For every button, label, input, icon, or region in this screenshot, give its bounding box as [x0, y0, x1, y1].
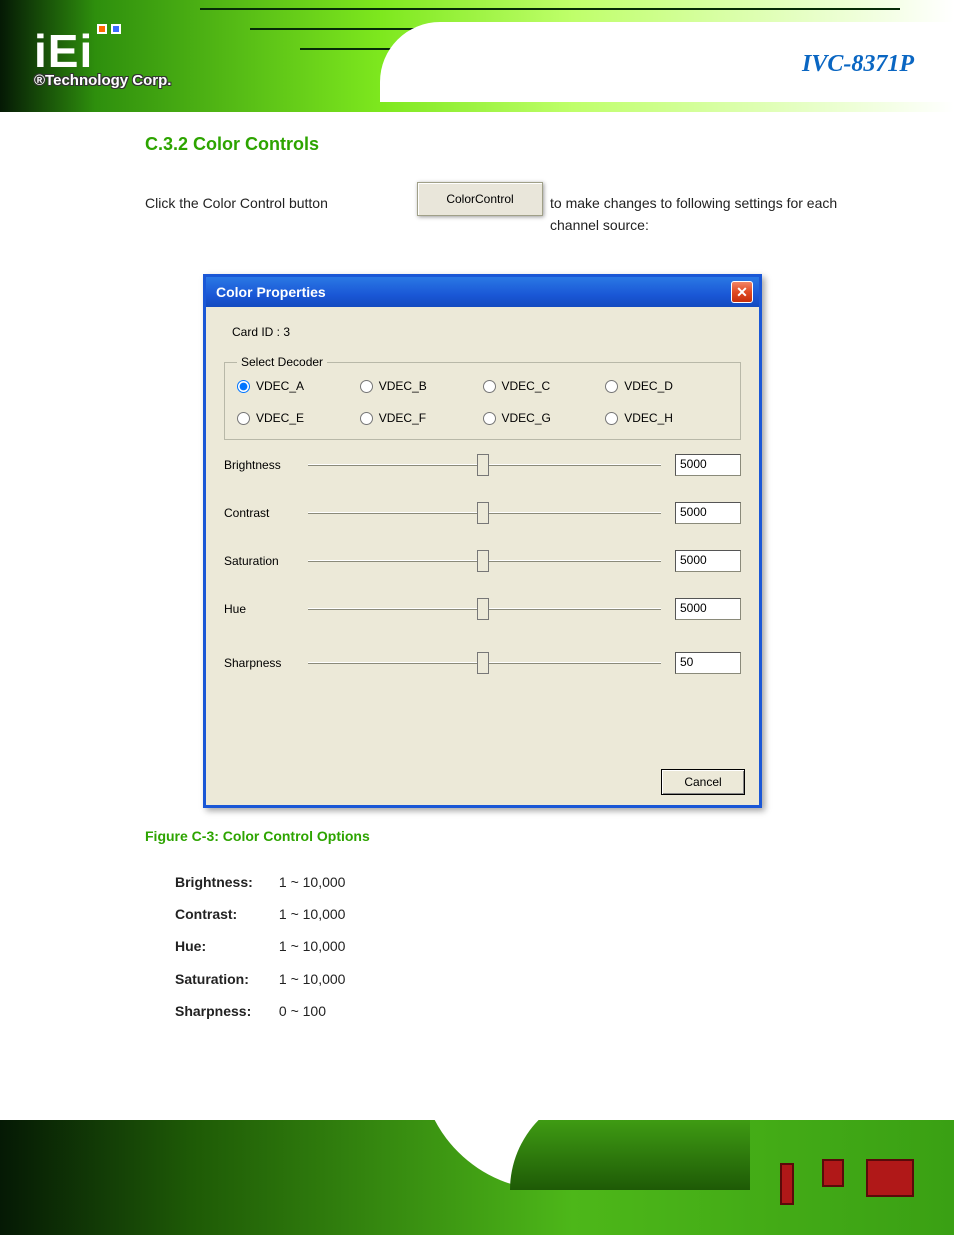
logo-dot-blue-icon	[111, 24, 121, 34]
radio-input[interactable]	[237, 380, 250, 393]
slider-thumb[interactable]	[477, 598, 489, 620]
slider-thumb[interactable]	[477, 550, 489, 572]
radio-input[interactable]	[360, 380, 373, 393]
cancel-button[interactable]: Cancel	[661, 769, 745, 795]
radio-input[interactable]	[483, 380, 496, 393]
brightness-value[interactable]: 5000	[675, 454, 741, 476]
brightness-label: Brightness	[224, 458, 294, 472]
dialog-titlebar: Color Properties ✕	[206, 277, 759, 307]
contrast-row: Contrast 5000	[224, 502, 741, 524]
hue-value[interactable]: 5000	[675, 598, 741, 620]
slider-thumb[interactable]	[477, 454, 489, 476]
radio-input[interactable]	[360, 412, 373, 425]
logo-dot-orange-icon	[97, 24, 107, 34]
brightness-row: Brightness 5000	[224, 454, 741, 476]
brightness-slider[interactable]	[308, 464, 661, 466]
select-decoder-group: Select Decoder VDEC_A VDEC_B VDEC_C VDEC…	[224, 355, 741, 440]
setting-sharpness: Sharpness: 0 ~ 100	[175, 995, 345, 1027]
radio-input[interactable]	[605, 380, 618, 393]
slider-thumb[interactable]	[477, 652, 489, 674]
decoder-radio-c[interactable]: VDEC_C	[483, 379, 606, 393]
radio-input[interactable]	[605, 412, 618, 425]
color-properties-dialog: Color Properties ✕ Card ID : 3 Select De…	[203, 274, 762, 808]
decorative-chip-icon	[822, 1159, 844, 1187]
color-control-button-label: ColorControl	[446, 192, 513, 206]
saturation-label: Saturation	[224, 554, 294, 568]
saturation-value[interactable]: 5000	[675, 550, 741, 572]
company-logo: iEi ®Technology Corp.	[34, 24, 171, 89]
setting-brightness: Brightness: 1 ~ 10,000	[175, 866, 345, 898]
contrast-slider[interactable]	[308, 512, 661, 514]
figure-caption: Figure C-3: Color Control Options	[145, 828, 370, 844]
slider-thumb[interactable]	[477, 502, 489, 524]
sharpness-row: Sharpness 50	[224, 652, 741, 674]
decoder-radio-f[interactable]: VDEC_F	[360, 411, 483, 425]
logo-text: iEi	[34, 24, 171, 78]
setting-saturation: Saturation: 1 ~ 10,000	[175, 963, 345, 995]
hue-row: Hue 5000	[224, 598, 741, 620]
hue-label: Hue	[224, 602, 294, 616]
settings-list: Brightness: 1 ~ 10,000 Contrast: 1 ~ 10,…	[175, 866, 345, 1027]
decoder-radio-b[interactable]: VDEC_B	[360, 379, 483, 393]
page-footer-banner	[0, 1120, 954, 1235]
intro-text-1: Click the Color Control button	[145, 192, 415, 214]
decoder-legend: Select Decoder	[237, 355, 327, 369]
intro-text-2: to make changes to following settings fo…	[550, 192, 840, 237]
close-button[interactable]: ✕	[731, 281, 753, 303]
radio-input[interactable]	[483, 412, 496, 425]
decorative-chip-icon	[866, 1159, 914, 1197]
decoder-radio-a[interactable]: VDEC_A	[237, 379, 360, 393]
sharpness-slider[interactable]	[308, 662, 661, 664]
setting-contrast: Contrast: 1 ~ 10,000	[175, 898, 345, 930]
radio-input[interactable]	[237, 412, 250, 425]
doc-title: IVC-8371P	[802, 52, 914, 76]
close-icon: ✕	[736, 285, 748, 299]
decorative-chip-icon	[780, 1163, 794, 1205]
saturation-row: Saturation 5000	[224, 550, 741, 572]
decoder-radio-g[interactable]: VDEC_G	[483, 411, 606, 425]
contrast-value[interactable]: 5000	[675, 502, 741, 524]
dialog-body: Card ID : 3 Select Decoder VDEC_A VDEC_B…	[206, 307, 759, 805]
saturation-slider[interactable]	[308, 560, 661, 562]
card-id-label: Card ID : 3	[232, 325, 741, 339]
setting-hue: Hue: 1 ~ 10,000	[175, 930, 345, 962]
decoder-radio-d[interactable]: VDEC_D	[605, 379, 728, 393]
section-heading: C.3.2 Color Controls	[145, 134, 319, 155]
dialog-title: Color Properties	[216, 284, 326, 300]
decoder-radio-h[interactable]: VDEC_H	[605, 411, 728, 425]
color-control-button-figure: ColorControl	[417, 182, 543, 216]
contrast-label: Contrast	[224, 506, 294, 520]
sharpness-label: Sharpness	[224, 656, 294, 670]
sharpness-value[interactable]: 50	[675, 652, 741, 674]
decoder-radio-e[interactable]: VDEC_E	[237, 411, 360, 425]
page-header-banner: iEi ®Technology Corp. IVC-8371P	[0, 0, 954, 112]
hue-slider[interactable]	[308, 608, 661, 610]
